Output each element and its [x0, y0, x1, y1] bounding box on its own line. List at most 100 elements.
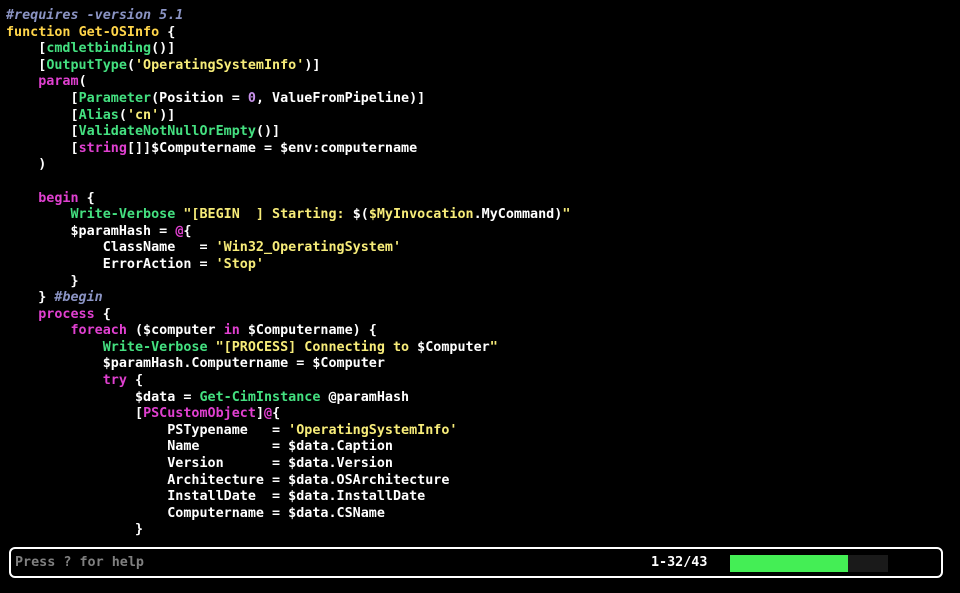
- code-token: [: [6, 41, 47, 57]
- code-token: PSCustomObject: [143, 406, 256, 422]
- code-token: ErrorAction =: [6, 256, 216, 272]
- code-token: [: [6, 140, 79, 156]
- code-token: $(: [352, 207, 369, 223]
- code-token: ]: [255, 406, 264, 422]
- code-token: $paramHash.Computername = $Computer: [6, 356, 385, 372]
- code-token: ): [6, 157, 47, 173]
- code-token: {: [272, 406, 281, 422]
- code-token: function: [6, 24, 79, 40]
- code-token: Parameter: [78, 90, 152, 106]
- code-token: Write-Verbose: [102, 339, 208, 355]
- code-token: {: [78, 190, 95, 206]
- code-line: Name = $data.Caption: [6, 439, 954, 456]
- code-token: PSTypename =: [6, 422, 289, 438]
- status-bar: Press ? for help 1-32/43: [9, 547, 943, 578]
- code-line: begin {: [6, 191, 954, 208]
- code-line: $data = Get-CimInstance @paramHash: [6, 390, 954, 407]
- code-line: }: [6, 274, 954, 291]
- code-line: [PSCustomObject]@{: [6, 406, 954, 423]
- code-line: ): [6, 157, 954, 174]
- code-token: #requires -version 5.1: [6, 8, 184, 23]
- code-line: } #begin: [6, 290, 954, 307]
- code-token: [: [6, 124, 79, 140]
- code-line: foreach ($computer in $Computername) {: [6, 323, 954, 340]
- code-token: Write-Verbose: [70, 207, 176, 223]
- code-token: {: [94, 306, 111, 322]
- code-token: 'cn': [126, 107, 160, 123]
- code-token: @: [264, 406, 273, 422]
- code-token: $paramHash =: [6, 223, 176, 239]
- code-token: {: [126, 373, 144, 389]
- code-token: (: [126, 57, 135, 73]
- code-token: param: [38, 74, 79, 90]
- code-token: }: [6, 522, 144, 538]
- code-token: 'OperatingSystemInfo': [288, 422, 458, 438]
- code-line: Version = $data.Version: [6, 456, 954, 473]
- code-token: in: [223, 323, 240, 339]
- code-token: Alias: [78, 107, 119, 123]
- code-token: )]: [304, 57, 321, 73]
- code-token: []]$Computername = $env:computername: [126, 140, 418, 156]
- code-token: .MyCommand): [473, 207, 563, 223]
- code-token: Get-OSInfo: [78, 24, 160, 40]
- code-token: [: [6, 406, 144, 422]
- code-line: Write-Verbose "[BEGIN ] Starting: $($MyI…: [6, 207, 954, 224]
- code-token: ($computer: [126, 323, 224, 339]
- code-token: }: [6, 273, 79, 289]
- code-token: foreach: [70, 323, 127, 339]
- code-token: Version = $data.Version: [6, 456, 393, 472]
- code-token: @paramHash: [320, 389, 410, 405]
- code-token: InstallDate = $data.InstallDate: [6, 489, 426, 505]
- code-token: )]: [159, 107, 176, 123]
- scroll-progress-bar: [730, 555, 888, 572]
- code-token: "[BEGIN ] Starting:: [183, 207, 353, 223]
- code-line: ErrorAction = 'Stop': [6, 257, 954, 274]
- line-position-indicator: 1-32/43: [651, 555, 708, 570]
- scroll-progress-fill: [730, 555, 848, 572]
- code-token: }: [6, 290, 55, 306]
- code-token: , ValueFromPipeline)]: [255, 90, 426, 106]
- code-token: Computername = $data.CSName: [6, 505, 385, 521]
- code-line: $paramHash.Computername = $Computer: [6, 356, 954, 373]
- code-line: [Alias('cn')]: [6, 108, 954, 125]
- code-token: ()]: [151, 41, 176, 57]
- code-token: (: [78, 74, 87, 90]
- code-viewer[interactable]: #requires -version 5.1 function Get-OSInf…: [6, 8, 954, 538]
- code-token: #begin: [54, 290, 103, 306]
- code-token: [: [6, 107, 79, 123]
- code-line: [OutputType('OperatingSystemInfo')]: [6, 58, 954, 75]
- code-line: [string[]]$Computername = $env:computern…: [6, 141, 954, 158]
- code-token: OutputType: [46, 57, 127, 73]
- code-token: 'Stop': [215, 256, 264, 272]
- code-line: PSTypename = 'OperatingSystemInfo': [6, 423, 954, 440]
- code-token: string: [78, 140, 127, 156]
- code-token: ": [489, 339, 498, 355]
- code-line: ClassName = 'Win32_OperatingSystem': [6, 240, 954, 257]
- code-line: InstallDate = $data.InstallDate: [6, 489, 954, 506]
- help-hint: Press ? for help: [15, 555, 144, 570]
- code-token: ClassName =: [6, 240, 216, 256]
- code-token: cmdletbinding: [46, 41, 152, 57]
- code-token: Architecture = $data.OSArchitecture: [6, 472, 450, 488]
- code-token: process: [38, 306, 95, 322]
- code-line: [Parameter(Position = 0, ValueFromPipeli…: [6, 91, 954, 108]
- code-line: Computername = $data.CSName: [6, 506, 954, 523]
- code-line: try {: [6, 373, 954, 390]
- code-token: 'Win32_OperatingSystem': [215, 240, 402, 256]
- code-line: [cmdletbinding()]: [6, 41, 954, 58]
- code-line: function Get-OSInfo {: [6, 25, 954, 42]
- code-token: ValidateNotNullOrEmpty: [78, 124, 256, 140]
- code-token: {: [183, 223, 192, 239]
- code-token: begin: [38, 190, 79, 206]
- code-token: 0: [247, 90, 256, 106]
- code-token: {: [159, 24, 176, 40]
- code-token: $Computer: [417, 339, 490, 355]
